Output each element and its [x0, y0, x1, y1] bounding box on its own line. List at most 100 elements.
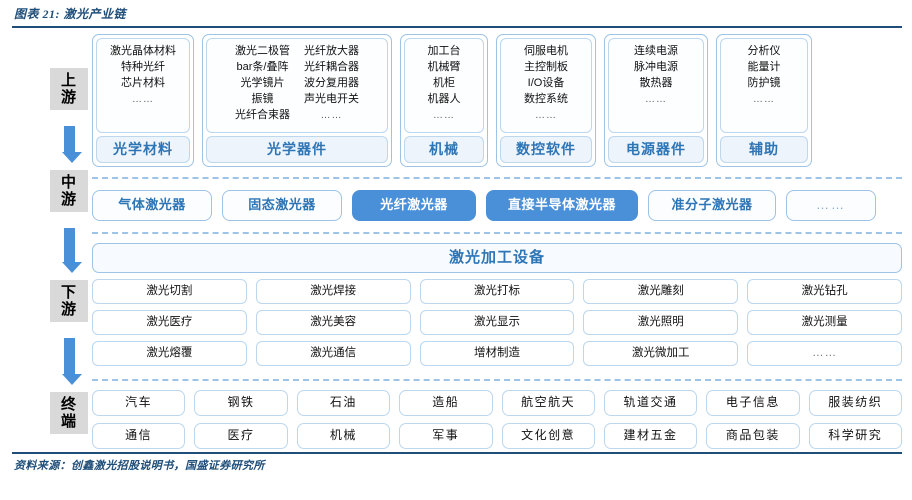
midstream-item-0[interactable]: 气体激光器 — [92, 190, 212, 221]
downstream-cell[interactable]: 激光钻孔 — [747, 279, 902, 304]
midstream-item-3[interactable]: 直接半导体激光器 — [486, 190, 638, 221]
diagram-content: 激光晶体材料 特种光纤 芯片材料…… 光学材料 激光二极管 bar条/叠阵 光学镜片 振镜 光纤… — [92, 34, 902, 474]
terminal-cell[interactable]: 商品包装 — [706, 423, 800, 449]
terminal-cell[interactable]: 轨道交通 — [603, 390, 698, 416]
terminal-cell[interactable]: 通信 — [92, 423, 186, 449]
upstream-items: 激光二极管 bar条/叠阵 光学镜片 振镜 光纤合束器 光纤放大器 光纤耦合器 波分复用器 声光… — [206, 38, 388, 133]
upstream-item: …… — [535, 110, 557, 121]
midstream-item-4[interactable]: 准分子激光器 — [648, 190, 776, 221]
terminal-cell[interactable]: 航空航天 — [501, 390, 595, 416]
downstream-cell[interactable]: 激光焊接 — [255, 279, 411, 304]
midstream-section: 气体激光器 固态激光器 光纤激光器 直接半导体激光器 准分子激光器 …… — [92, 179, 902, 232]
upstream-group-电源器件: 连续电源 脉冲电源 散热器 …… 电源器件 — [604, 34, 708, 167]
downstream-rows: 激光切割 激光焊接 激光打标 激光雕刻 激光钻孔 激光医疗 激光美容 激光显示 激光照明 激光测量… — [92, 279, 902, 366]
upstream-item: 脉冲电源 — [634, 61, 678, 73]
upstream-items: 加工台 机械臂 机柜 机器人 …… — [404, 38, 484, 133]
stage-label-upstream: 上 游 — [50, 68, 88, 110]
diagram-frame: 上 游 中 游 下 游 终 端 激光晶体材料 特种光纤 芯片材料 …… 光学材料… — [0, 28, 912, 476]
terminal-cell[interactable]: 造船 — [399, 390, 493, 416]
upstream-group-label[interactable]: 光学材料 — [96, 136, 190, 163]
downstream-cell[interactable]: 激光打标 — [419, 279, 575, 304]
upstream-item: 振镜 — [251, 93, 274, 105]
upstream-item: 伺服电机 — [524, 45, 568, 57]
downstream-cell[interactable]: 激光通信 — [255, 341, 411, 366]
upstream-item: …… — [433, 110, 455, 121]
upstream-item: 能量计 — [747, 61, 781, 73]
upstream-item: 波分复用器 — [304, 77, 359, 89]
upstream-item: 防护镜 — [747, 77, 781, 89]
upstream-group-label[interactable]: 光学器件 — [206, 136, 388, 163]
upstream-group-光学材料: 激光晶体材料 特种光纤 芯片材料 …… 光学材料 — [92, 34, 194, 167]
terminal-section: 汽车 钢铁 石油 造船 航空航天 轨道交通 电子信息 服装纺织 通信 医疗 机械 军事 文化创意 建材五金… — [92, 381, 902, 449]
upstream-item: 分析仪 — [747, 45, 781, 57]
downstream-cell[interactable]: 激光熔覆 — [92, 341, 247, 366]
stage-char: 下 — [60, 284, 77, 301]
downstream-cell[interactable]: 增材制造 — [419, 341, 575, 366]
terminal-cell[interactable]: 科学研究 — [808, 423, 902, 449]
stage-char: 端 — [60, 413, 77, 430]
upstream-item: 光纤放大器 — [304, 45, 359, 57]
stage-rail: 上 游 中 游 下 游 终 端 — [46, 34, 92, 474]
terminal-cell[interactable]: 服装纺织 — [808, 390, 902, 416]
downstream-section: 激光加工设备 激光切割 激光焊接 激光打标 激光雕刻 激光钻孔 激光医疗 激光美容 激光显示激… — [92, 234, 902, 379]
downstream-cell[interactable]: 激光照明 — [583, 310, 739, 335]
source-note: 资料来源：创鑫激光招股说明书，国盛证券研究所 — [14, 460, 265, 472]
upstream-item-column: 光纤放大器 光纤耦合器 波分复用器 声光电开关 …… — [304, 44, 359, 130]
stage-char: 中 — [60, 174, 77, 191]
stage-label-midstream: 中 游 — [50, 170, 88, 212]
upstream-items: 连续电源 脉冲电源 散热器 …… — [608, 38, 704, 133]
downstream-cell[interactable]: 激光显示 — [419, 310, 575, 335]
downstream-cell[interactable]: 激光测量 — [747, 310, 902, 335]
upstream-group-label[interactable]: 机械 — [404, 136, 484, 163]
terminal-cell[interactable]: 军事 — [399, 423, 493, 449]
upstream-group-光学器件: 激光二极管 bar条/叠阵 光学镜片 振镜 光纤合束器 光纤放大器 光纤耦合器 波分复用器 声光… — [202, 34, 392, 167]
upstream-item: 机器人 — [427, 93, 461, 105]
upstream-items: 分析仪 能量计 防护镜 …… — [720, 38, 808, 133]
upstream-group-label[interactable]: 辅助 — [720, 136, 808, 163]
stage-char: 游 — [60, 301, 77, 318]
stage-label-terminal: 终 端 — [50, 392, 88, 434]
terminal-cell[interactable]: 电子信息 — [706, 390, 800, 416]
upstream-item: 光纤耦合器 — [304, 61, 359, 73]
stage-char: 游 — [60, 89, 77, 106]
upstream-items: 伺服电机 主控制板 I/O设备 数控系统 …… — [500, 38, 592, 133]
upstream-item: 光学镜片 — [240, 77, 285, 89]
terminal-cell[interactable]: 医疗 — [194, 423, 288, 449]
terminal-cell[interactable]: 建材五金 — [603, 423, 698, 449]
stage-char: 上 — [60, 72, 77, 89]
midstream-item-5[interactable]: …… — [786, 190, 876, 221]
upstream-group-辅助: 分析仪 能量计 防护镜 …… 辅助 — [716, 34, 812, 167]
upstream-item: 特种光纤 — [121, 61, 165, 73]
stage-char: 终 — [60, 396, 77, 413]
downstream-cell[interactable]: 激光微加工 — [583, 341, 739, 366]
stage-label-downstream: 下 游 — [50, 280, 88, 322]
upstream-item-column: 加工台 机械臂 机柜 机器人 …… — [428, 44, 461, 130]
terminal-cell[interactable]: 石油 — [296, 390, 391, 416]
terminal-row: 通信 医疗 机械 军事 文化创意 建材五金 商品包装 科学研究 — [92, 423, 902, 449]
terminal-cell[interactable]: 文化创意 — [501, 423, 595, 449]
upstream-section: 激光晶体材料 特种光纤 芯片材料…… 光学材料 激光二极管 bar条/叠阵 光学镜片 振镜 光纤… — [92, 34, 902, 167]
upstream-group-label[interactable]: 电源器件 — [608, 136, 704, 163]
upstream-item: 激光晶体材料 — [110, 45, 176, 57]
downstream-cell[interactable]: …… — [747, 341, 902, 366]
downstream-row: 激光切割 激光焊接 激光打标 激光雕刻 激光钻孔 — [92, 279, 902, 304]
downstream-cell[interactable]: 激光雕刻 — [583, 279, 739, 304]
downstream-cell[interactable]: 激光切割 — [92, 279, 247, 304]
upstream-item-column: 连续电源 脉冲电源 散热器 …… — [634, 44, 678, 130]
downstream-cell[interactable]: 激光医疗 — [92, 310, 247, 335]
midstream-item-1[interactable]: 固态激光器 — [222, 190, 342, 221]
downstream-row: 激光熔覆 激光通信 增材制造 激光微加工 …… — [92, 341, 902, 366]
upstream-item: …… — [320, 110, 343, 121]
terminal-cell[interactable]: 汽车 — [92, 390, 186, 416]
downstream-header: 激光加工设备 — [92, 243, 902, 273]
midstream-item-2[interactable]: 光纤激光器 — [352, 190, 476, 221]
terminal-cell[interactable]: 钢铁 — [194, 390, 288, 416]
upstream-item: 主控制板 — [524, 61, 568, 73]
terminal-cell[interactable]: 机械 — [296, 423, 391, 449]
downstream-row: 激光医疗 激光美容 激光显示 激光照明 激光测量 — [92, 310, 902, 335]
upstream-group-机械: 加工台 机械臂 机柜 机器人 …… 机械 — [400, 34, 488, 167]
downstream-cell[interactable]: 激光美容 — [255, 310, 411, 335]
arrow-midstream-to-downstream — [62, 228, 82, 273]
upstream-group-label[interactable]: 数控软件 — [500, 136, 592, 163]
terminal-row: 汽车 钢铁 石油 造船 航空航天 轨道交通 电子信息 服装纺织 — [92, 390, 902, 416]
